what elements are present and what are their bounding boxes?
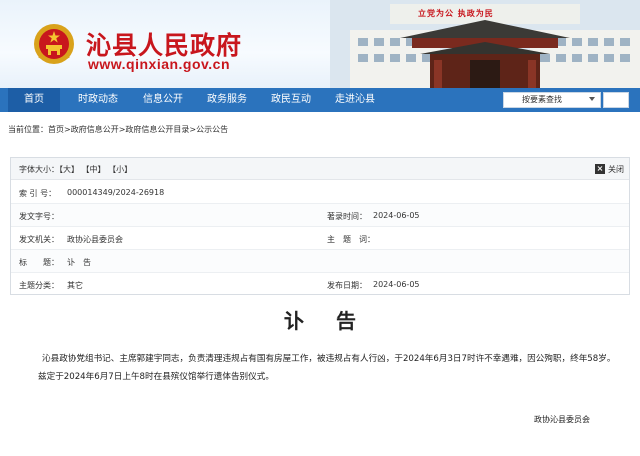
site-url: www.qinxian.gov.cn [88,56,231,72]
issuing-agency: 政协沁县委员会 [67,235,123,244]
table-row: 发文机关： 政协沁县委员会 主 题 词： [11,227,629,250]
field-label: 发文字号： [19,212,59,221]
font-size-controls[interactable]: 字体大小：【大】 【中】 【小】 [19,164,132,175]
field-label: 主 题 词： [327,235,375,244]
field-label: 发布日期： [327,281,367,290]
table-row: 发文字号： 著录时间： 2024-06-05 [11,204,629,227]
field-label: 著录时间： [327,212,367,221]
publish-date: 2024-06-05 [373,280,420,289]
nav-item-interaction[interactable]: 政民互动 [261,88,321,112]
nav-item-news[interactable]: 时政动态 [68,88,128,112]
field-label: 主题分类： [19,281,59,290]
nav-item-info-disclosure[interactable]: 信息公开 [133,88,193,112]
search-button[interactable] [603,92,629,108]
breadcrumb[interactable]: 当前位置：首页>政府信息公开>政府信息公开目录>公示公告 [8,124,228,135]
bottom-fade [440,426,640,456]
main-nav: 首页 时政动态 信息公开 政务服务 政民互动 走进沁县 按要素查找 [0,88,640,112]
table-row: 索 引 号： 000014349/2024-26918 [11,181,629,204]
nav-item-about[interactable]: 走进沁县 [325,88,385,112]
national-emblem-icon [34,24,74,64]
building-slogan: 立党为公 执政为民 [418,9,494,18]
table-row: 标 题： 讣 告 [11,250,629,273]
field-label: 发文机关： [19,235,59,244]
chevron-down-icon [589,97,595,101]
site-header: 沁县人民政府 www.qinxian.gov.cn 立党为公 执政为民 [0,0,640,88]
document-title: 讣 告 [67,258,91,267]
topic-category: 其它 [67,281,83,290]
close-icon[interactable]: × [595,164,605,174]
article-body: 沁县政协党组书记、主席郭建宇同志，负责清理违规占有国有房屋工作，被违规占有人行凶… [38,354,616,382]
nav-item-services[interactable]: 政务服务 [197,88,257,112]
index-number: 000014349/2024-26918 [67,188,165,197]
document-info-table: 字体大小：【大】 【中】 【小】 × 关闭 索 引 号： 000014349/2… [10,157,630,295]
record-date: 2024-06-05 [373,211,420,220]
article-title: 讣告 [284,309,388,333]
field-label: 标 题： [19,258,59,267]
nav-item-home[interactable]: 首页 [8,88,60,112]
article-signature: 政协沁县委员会 [534,415,590,424]
search-type-select[interactable]: 按要素查找 [503,92,601,108]
table-row: 主题分类： 其它 发布日期： 2024-06-05 [11,273,629,296]
close-button[interactable]: 关闭 [608,164,624,175]
font-size-bar: 字体大小：【大】 【中】 【小】 × 关闭 [11,158,629,180]
field-label: 索 引 号： [19,189,57,198]
